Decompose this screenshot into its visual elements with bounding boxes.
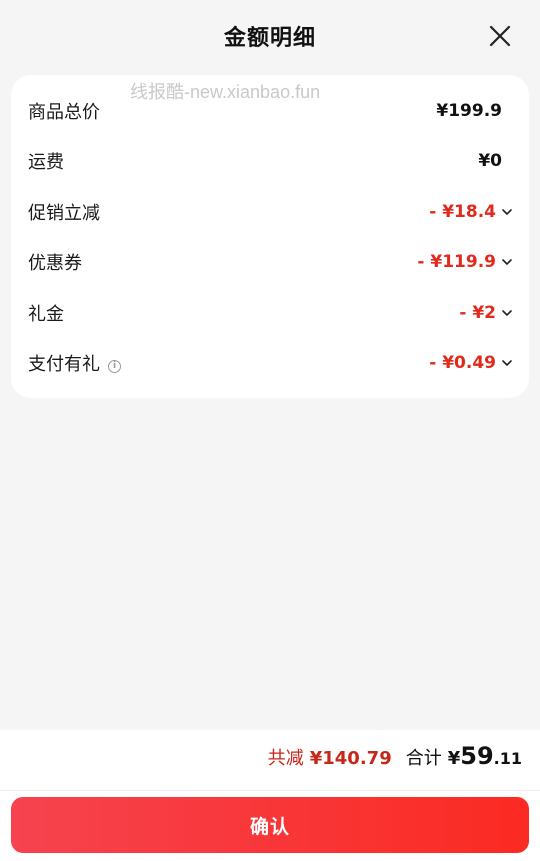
row-label: 支付有礼 i [28,350,121,376]
row-label: 礼金 [28,304,64,325]
row-promo-discount[interactable]: 促销立减 - ¥18.4 [11,187,529,237]
sheet-title: 金额明细 [223,26,316,51]
footer-divider [0,790,540,791]
row-shipping: 运费 ¥0 [11,136,529,186]
watermark-text: 线报酷-new.xianbao.fun [130,82,321,102]
row-label: 促销立减 [28,203,100,224]
row-value: - ¥0.49 [429,353,496,373]
row-gift-money[interactable]: 礼金 - ¥2 [11,288,529,338]
row-payment-gift[interactable]: 支付有礼 i - ¥0.49 [11,338,529,388]
sheet-header: 金额明细 [0,0,540,75]
chevron-down-icon[interactable] [501,307,513,319]
row-value: ¥0 [478,151,502,171]
total-label: 合计 [405,748,442,769]
price-detail-card: 商品总价 ¥199.9 运费 ¥0 促销立减 - ¥18.4 优惠券 - ¥11… [11,75,529,398]
saved-label: 共减 [267,748,304,769]
row-label-text: 支付有礼 [28,354,100,375]
total-amount-integer: 59 [460,742,494,770]
row-value: - ¥119.9 [417,252,496,272]
total-amount-decimal: .11 [493,749,522,768]
chevron-down-icon[interactable] [501,206,513,218]
row-label: 优惠券 [28,253,82,274]
row-label: 商品总价 [28,102,100,123]
row-value: - ¥2 [459,303,496,323]
checkout-footer: 共减 ¥140.79 合计 ¥ 59 .11 确认 [0,730,540,861]
chevron-down-icon[interactable] [501,256,513,268]
close-icon[interactable] [486,22,514,50]
info-icon[interactable]: i [108,360,121,373]
amount-detail-sheet: 金额明细 线报酷-new.xianbao.fun 商品总价 ¥199.9 运费 … [0,0,540,861]
row-coupon[interactable]: 优惠券 - ¥119.9 [11,237,529,287]
saved-amount: ¥140.79 [309,748,392,769]
confirm-button[interactable]: 确认 [11,797,529,853]
chevron-down-icon[interactable] [501,357,513,369]
row-value: ¥199.9 [436,101,502,121]
row-value: - ¥18.4 [429,202,496,222]
total-currency-symbol: ¥ [447,748,461,769]
row-label: 运费 [28,152,64,173]
amount-summary: 共减 ¥140.79 合计 ¥ 59 .11 [268,742,522,776]
